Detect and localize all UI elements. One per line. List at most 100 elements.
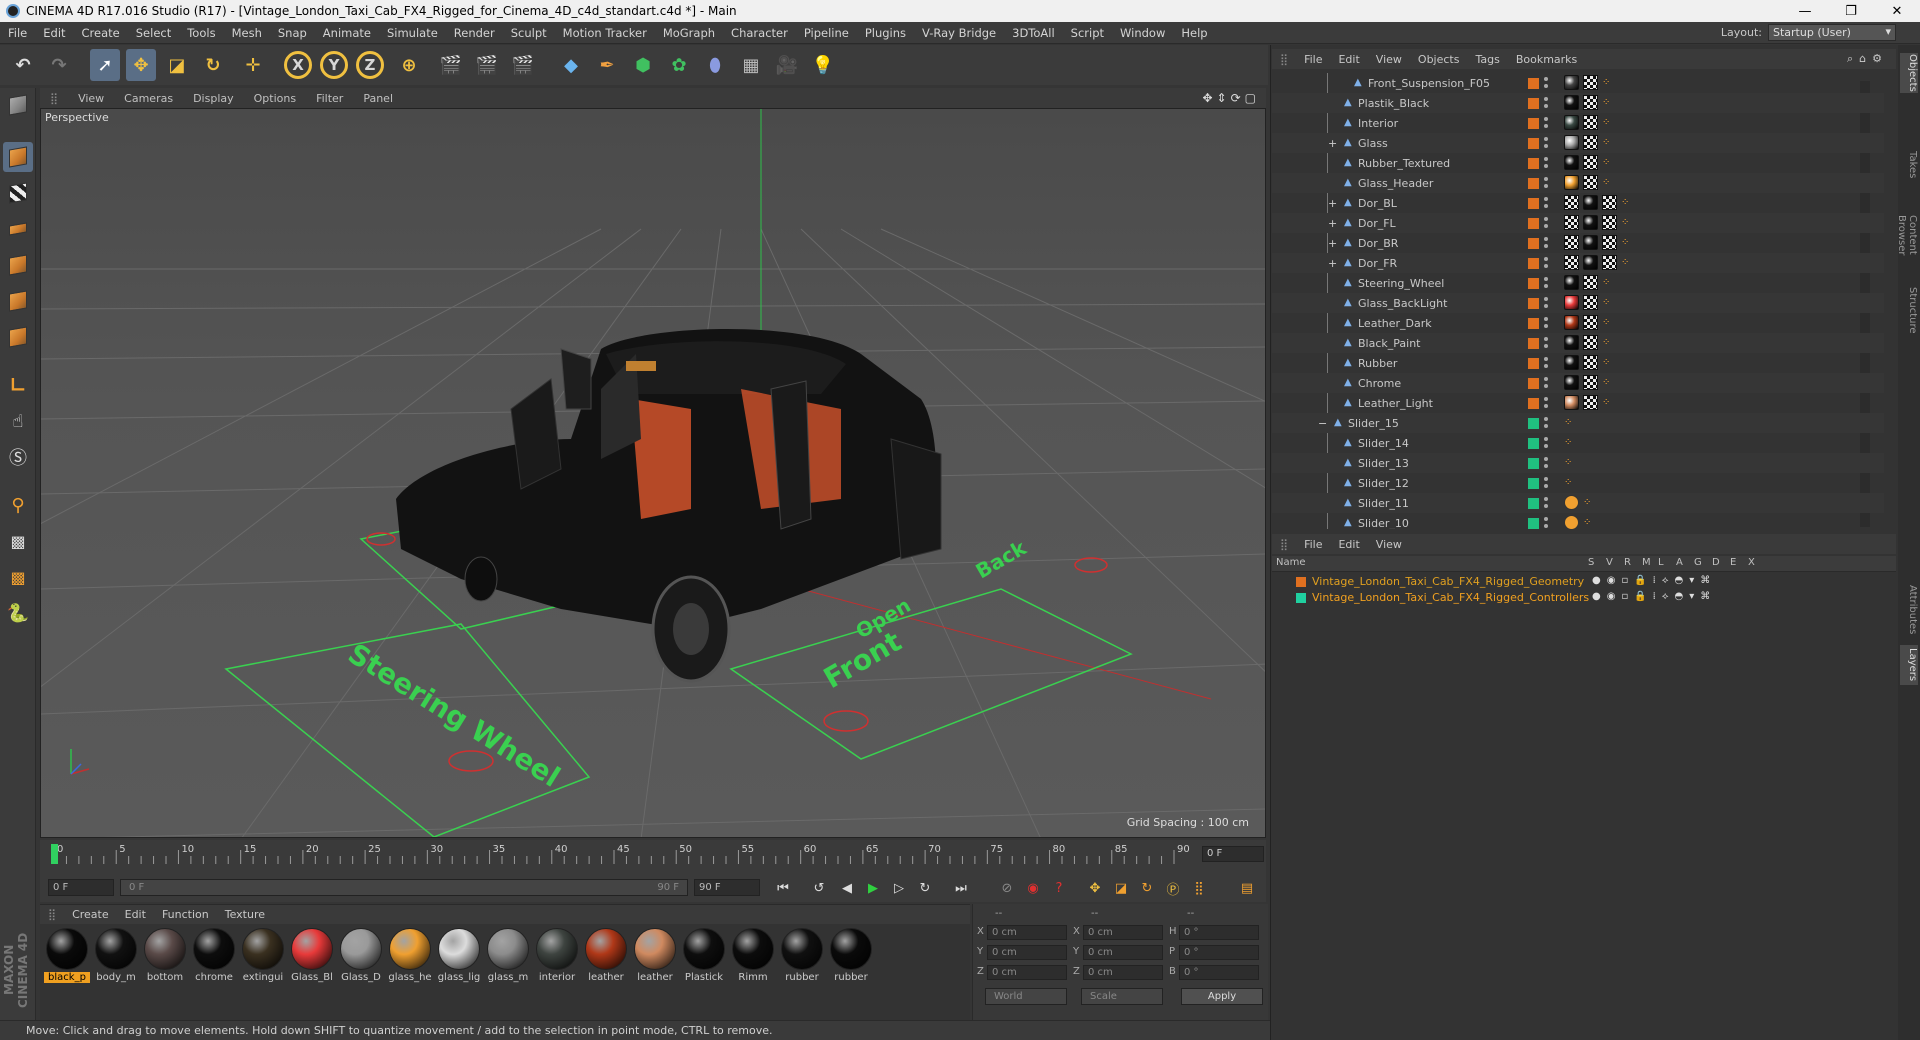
viewport-menu-panel[interactable]: Panel [353,92,403,105]
editor-visibility-dot[interactable] [1544,457,1548,461]
layer-color-chip[interactable] [1528,498,1539,509]
menu-tools[interactable]: Tools [179,26,223,40]
render-visibility-dot[interactable] [1544,344,1548,348]
object-row[interactable]: ▲ Slider_13 ⁘ [1272,453,1884,473]
texture-tag-icon[interactable] [1583,335,1598,350]
editor-visibility-dot[interactable] [1544,497,1548,501]
editor-visibility-dot[interactable] [1544,377,1548,381]
position-y-field[interactable]: 0 cm [987,945,1067,960]
object-name[interactable]: Front_Suspension_F05 [1368,77,1490,90]
layer-column-x[interactable]: X [1748,557,1755,568]
layer-color-chip[interactable] [1528,298,1539,309]
viewport-menu-options[interactable]: Options [244,92,306,105]
object-name[interactable]: Steering_Wheel [1358,277,1444,290]
texture-tag-icon[interactable] [1583,355,1598,370]
viewport-menu-display[interactable]: Display [183,92,244,105]
layer-color-chip[interactable] [1528,378,1539,389]
material-swatch[interactable]: glass_lig [436,926,482,986]
layer-color-chip[interactable] [1528,398,1539,409]
object-name[interactable]: Dor_BL [1358,197,1397,210]
previous-key-icon[interactable]: ↺ [808,878,830,898]
rotation-h-field[interactable]: 0 ° [1179,925,1259,940]
render-visibility-dot[interactable] [1544,464,1548,468]
xpresso-tag-icon[interactable]: ⁘ [1564,437,1578,449]
size-z-field[interactable]: 0 cm [1083,965,1163,980]
transform-tool-icon[interactable]: ✛ [238,49,268,81]
layer-color-chip[interactable] [1528,418,1539,429]
texture-tag-icon[interactable] [1583,115,1598,130]
layer-column-r[interactable]: R [1624,557,1631,568]
layer-color-chip[interactable] [1528,98,1539,109]
menu-sculpt[interactable]: Sculpt [503,26,555,40]
editor-visibility-dot[interactable] [1544,177,1548,181]
object-menu-objects[interactable]: Objects [1410,53,1468,66]
material-swatch[interactable]: chrome [191,926,237,986]
layer-name[interactable]: Vintage_London_Taxi_Cab_FX4_Rigged_Contr… [1312,591,1589,604]
material-tag-icon[interactable] [1564,75,1579,90]
layer-color-chip[interactable] [1528,238,1539,249]
model-mode-icon[interactable] [3,142,33,172]
object-row[interactable]: + ▲ Dor_FR ⁘ [1272,253,1884,273]
texture-tag-icon[interactable] [1602,215,1617,230]
render-visibility-dot[interactable] [1544,304,1548,308]
object-row[interactable]: ▲ Black_Paint ⁘ [1272,333,1884,353]
material-swatch[interactable]: glass_m [485,926,531,986]
editor-visibility-dot[interactable] [1544,317,1548,321]
render-visibility-dot[interactable] [1544,124,1548,128]
object-name[interactable]: Chrome [1358,377,1401,390]
material-swatch[interactable]: interior [534,926,580,986]
menu-character[interactable]: Character [723,26,796,40]
texture-mode-icon[interactable] [3,178,33,208]
object-row[interactable]: − ▲ Slider_15 ⁘ [1272,413,1884,433]
side-tab-layers[interactable]: Layers [1900,645,1918,685]
xpresso-tag-icon[interactable]: ⁘ [1602,157,1616,169]
edges-mode-icon[interactable] [3,286,33,316]
light-icon[interactable]: 💡 [808,49,838,81]
keyframe-selection-icon[interactable]: ? [1048,878,1070,898]
material-tag-icon[interactable] [1564,95,1579,110]
menu-mograph[interactable]: MoGraph [655,26,723,40]
3d-viewport[interactable]: Perspective Steering Wheel Front Open Ba… [40,108,1266,838]
texture-tag-icon[interactable] [1564,215,1579,230]
render-visibility-dot[interactable] [1544,504,1548,508]
material-swatch[interactable]: rubber [828,926,874,986]
redo-icon[interactable]: ↷ [44,49,74,81]
menu-render[interactable]: Render [446,26,503,40]
object-name[interactable]: Dor_BR [1358,237,1398,250]
object-menu-file[interactable]: File [1296,53,1330,66]
expand-toggle-icon[interactable]: + [1328,257,1337,270]
object-name[interactable]: Slider_13 [1358,457,1409,470]
material-swatch[interactable]: leather [583,926,629,986]
polygons-mode-icon[interactable] [3,322,33,352]
editor-visibility-dot[interactable] [1544,277,1548,281]
menu-help[interactable]: Help [1173,26,1215,40]
editor-visibility-dot[interactable] [1544,97,1548,101]
expand-toggle-icon[interactable]: + [1328,197,1337,210]
key-pla-icon[interactable]: ⣿ [1188,878,1210,898]
layout-select[interactable]: Startup (User) [1768,24,1896,41]
object-row[interactable]: ▲ Interior ⁘ [1272,113,1884,133]
editor-visibility-dot[interactable] [1544,117,1548,121]
xpresso-tag-icon[interactable]: ⁘ [1621,237,1635,249]
layer-column-a[interactable]: A [1676,557,1683,568]
material-tag-icon[interactable] [1564,295,1579,310]
texture-tag-icon[interactable] [1583,75,1598,90]
side-tab-content-browser[interactable]: Content Browser [1896,195,1918,275]
editor-visibility-dot[interactable] [1544,437,1548,441]
render-visibility-dot[interactable] [1544,144,1548,148]
render-visibility-dot[interactable] [1544,104,1548,108]
layer-color-chip[interactable] [1528,518,1539,529]
start-frame-field[interactable]: 0 F [48,879,114,896]
xpresso-tag-icon[interactable]: ⁘ [1602,357,1616,369]
object-name[interactable]: Glass [1358,137,1388,150]
editor-visibility-dot[interactable] [1544,197,1548,201]
editor-visibility-dot[interactable] [1544,397,1548,401]
frame-range-slider[interactable]: 0 F 90 F [120,879,688,896]
texture-tag-icon[interactable] [1564,255,1579,270]
material-swatch[interactable]: body_m [93,926,139,986]
render-visibility-dot[interactable] [1544,264,1548,268]
constraint-tag-icon[interactable] [1564,495,1579,510]
size-y-field[interactable]: 0 cm [1083,945,1163,960]
viewport-menu-cameras[interactable]: Cameras [114,92,183,105]
object-row[interactable]: + ▲ Glass ⁘ [1272,133,1884,153]
